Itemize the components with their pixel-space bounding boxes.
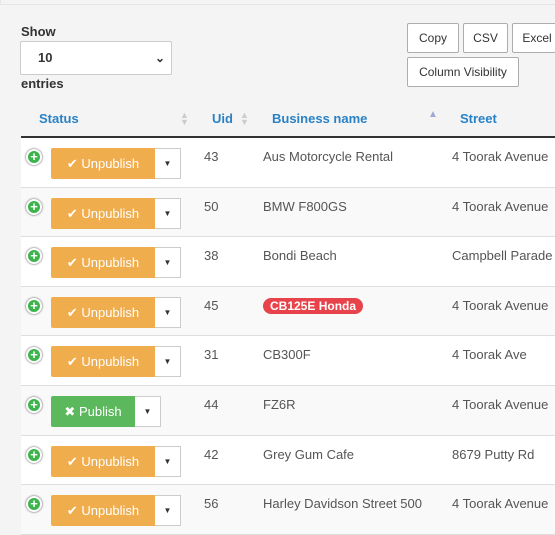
status-label: Unpublish — [81, 503, 140, 519]
column-header-business-name[interactable]: Business name — [272, 111, 367, 126]
sort-both-icon[interactable]: ▲ ▼ — [240, 111, 249, 127]
unpublish-button[interactable]: ✔ Unpublish — [51, 495, 155, 527]
status-label: Unpublish — [81, 453, 140, 469]
street-cell: 4 Toorak Ave — [452, 347, 527, 363]
plus-circle-icon[interactable]: + — [26, 496, 42, 513]
plus-circle-icon[interactable]: + — [26, 347, 42, 364]
table-row: + ✔ Unpublish ▼ 50 BMW F800GS 4 Toorak A… — [21, 187, 555, 238]
street-cell: 4 Toorak Avenue — [452, 496, 549, 512]
chevron-down-icon: ⌄ — [154, 51, 165, 65]
sort-ascending-icon[interactable]: ▲ — [428, 109, 438, 120]
street-cell: Campbell Parade — [452, 248, 553, 264]
status-label: Unpublish — [81, 156, 140, 171]
unpublish-button[interactable]: ✔ Unpublish — [51, 296, 155, 328]
status-label: Unpublish — [81, 354, 140, 370]
uid-cell: 56 — [204, 496, 219, 512]
copy-button[interactable]: Copy — [407, 23, 459, 53]
plus-circle-icon[interactable]: + — [26, 446, 42, 463]
uid-cell: 45 — [204, 297, 219, 313]
caret-down-icon[interactable]: ▼ — [155, 148, 181, 179]
unpublish-button[interactable]: ✔ Unpublish — [51, 445, 155, 477]
business-name-cell: Bondi Beach — [263, 248, 337, 264]
business-name-cell: Harley Davidson Street 500 — [263, 496, 422, 512]
unpublish-button[interactable]: ✔ Unpublish — [51, 197, 155, 229]
business-name-cell: Grey Gum Cafe — [263, 446, 355, 462]
entries-length-value: 10 — [38, 50, 53, 65]
entries-label: entries — [21, 76, 64, 91]
street-cell: 4 Toorak Avenue — [452, 396, 549, 412]
uid-cell: 50 — [204, 198, 219, 214]
table-row: + ✖ Publish ▼ 44 FZ6R 4 Toorak Avenue — [21, 385, 555, 436]
column-header-street[interactable]: Street — [460, 111, 497, 126]
status-label: Publish — [78, 403, 122, 419]
caret-down-icon[interactable]: ▼ — [155, 247, 181, 279]
column-header-uid[interactable]: Uid — [212, 111, 233, 126]
caret-down-icon[interactable]: ▼ — [155, 495, 181, 527]
caret-down-icon[interactable]: ▼ — [155, 296, 181, 328]
caret-down-icon[interactable]: ▼ — [155, 445, 181, 477]
uid-cell: 42 — [204, 446, 219, 462]
plus-circle-icon[interactable]: + — [26, 248, 42, 265]
street-cell: 4 Toorak Avenue — [452, 198, 549, 214]
highlighted-name-badge: CB125E Honda — [263, 297, 364, 314]
table-row: + ✔ Unpublish ▼ 45 CB125E Honda 4 Toorak… — [21, 286, 555, 337]
status-label: Unpublish — [81, 304, 140, 320]
uid-cell: 44 — [204, 396, 219, 412]
column-visibility-button[interactable]: Column Visibility — [407, 57, 519, 87]
unpublish-button[interactable]: ✔ Unpublish — [51, 346, 155, 378]
csv-button[interactable]: CSV — [463, 23, 508, 53]
status-label: Unpublish — [81, 255, 140, 271]
unpublish-button[interactable]: ✔ Unpublish — [51, 148, 155, 179]
caret-down-icon[interactable]: ▼ — [155, 346, 181, 378]
uid-cell: 43 — [204, 149, 219, 164]
caret-down-icon[interactable]: ▼ — [155, 197, 181, 229]
business-name-cell: CB300F — [263, 347, 311, 363]
plus-circle-icon[interactable]: + — [26, 149, 42, 165]
plus-circle-icon[interactable]: + — [26, 396, 42, 413]
sort-both-icon[interactable]: ▲ ▼ — [180, 111, 189, 127]
excel-button[interactable]: Excel — [512, 23, 555, 53]
business-name-cell: Aus Motorcycle Rental — [263, 149, 394, 164]
street-cell: 4 Toorak Avenue — [452, 149, 549, 164]
table-row: + ✔ Unpublish ▼ 38 Bondi Beach Campbell … — [21, 237, 555, 287]
unpublish-button[interactable]: ✔ Unpublish — [51, 247, 155, 279]
uid-cell: 31 — [204, 347, 219, 363]
plus-circle-icon[interactable]: + — [26, 198, 42, 215]
plus-circle-icon[interactable]: + — [26, 297, 42, 314]
top-panel-edge — [0, 0, 555, 5]
business-name-cell: BMW F800GS — [263, 198, 347, 214]
business-name-cell: FZ6R — [263, 396, 296, 412]
table-body: + ✔ Unpublish ▼ 43 Aus Motorcycle Rental… — [21, 138, 555, 535]
street-cell: 4 Toorak Avenue — [452, 297, 549, 313]
table-row: + ✔ Unpublish ▼ 43 Aus Motorcycle Rental… — [21, 138, 555, 188]
entries-length-select[interactable]: 10 ⌄ — [20, 41, 172, 75]
caret-down-icon[interactable]: ▼ — [135, 395, 161, 427]
show-label: Show — [21, 24, 56, 39]
table-row: + ✔ Unpublish ▼ 31 CB300F 4 Toorak Ave — [21, 336, 555, 386]
street-cell: 8679 Putty Rd — [452, 446, 535, 462]
uid-cell: 38 — [204, 248, 219, 264]
table-row: + ✔ Unpublish ▼ 56 Harley Davidson Stree… — [21, 485, 555, 535]
column-header-status[interactable]: Status — [39, 111, 79, 126]
business-name-cell: CB125E Honda — [263, 297, 364, 314]
table-row: + ✔ Unpublish ▼ 42 Grey Gum Cafe 8679 Pu… — [21, 435, 555, 486]
status-label: Unpublish — [81, 205, 140, 221]
publish-button[interactable]: ✖ Publish — [51, 395, 135, 427]
